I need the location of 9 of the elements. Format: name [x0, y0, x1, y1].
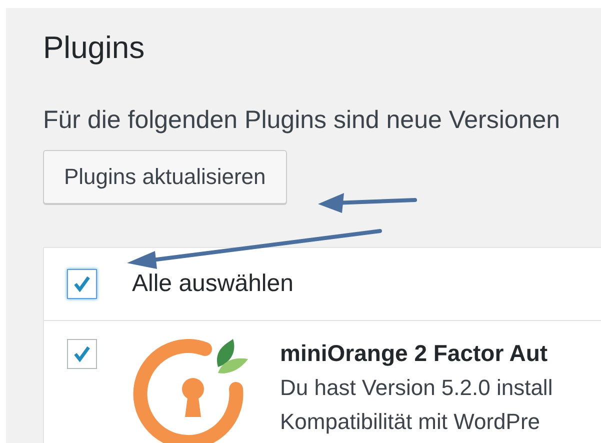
plugin-description: Du hast Version 5.2.0 install — [280, 375, 553, 401]
select-all-checkbox[interactable] — [67, 269, 97, 299]
plugin-checkbox[interactable] — [67, 339, 97, 369]
update-plugins-button[interactable]: Plugins aktualisieren — [43, 150, 287, 204]
notice-text: Für die folgenden Plugins sind neue Versionen — [43, 106, 562, 134]
plugin-name: miniOrange 2 Factor Aut — [280, 339, 549, 367]
page-title: Plugins — [43, 30, 146, 66]
compatibility-text: Kompatibilität mit WordPre — [280, 409, 542, 435]
select-all-label: Alle auswählen — [132, 270, 294, 298]
